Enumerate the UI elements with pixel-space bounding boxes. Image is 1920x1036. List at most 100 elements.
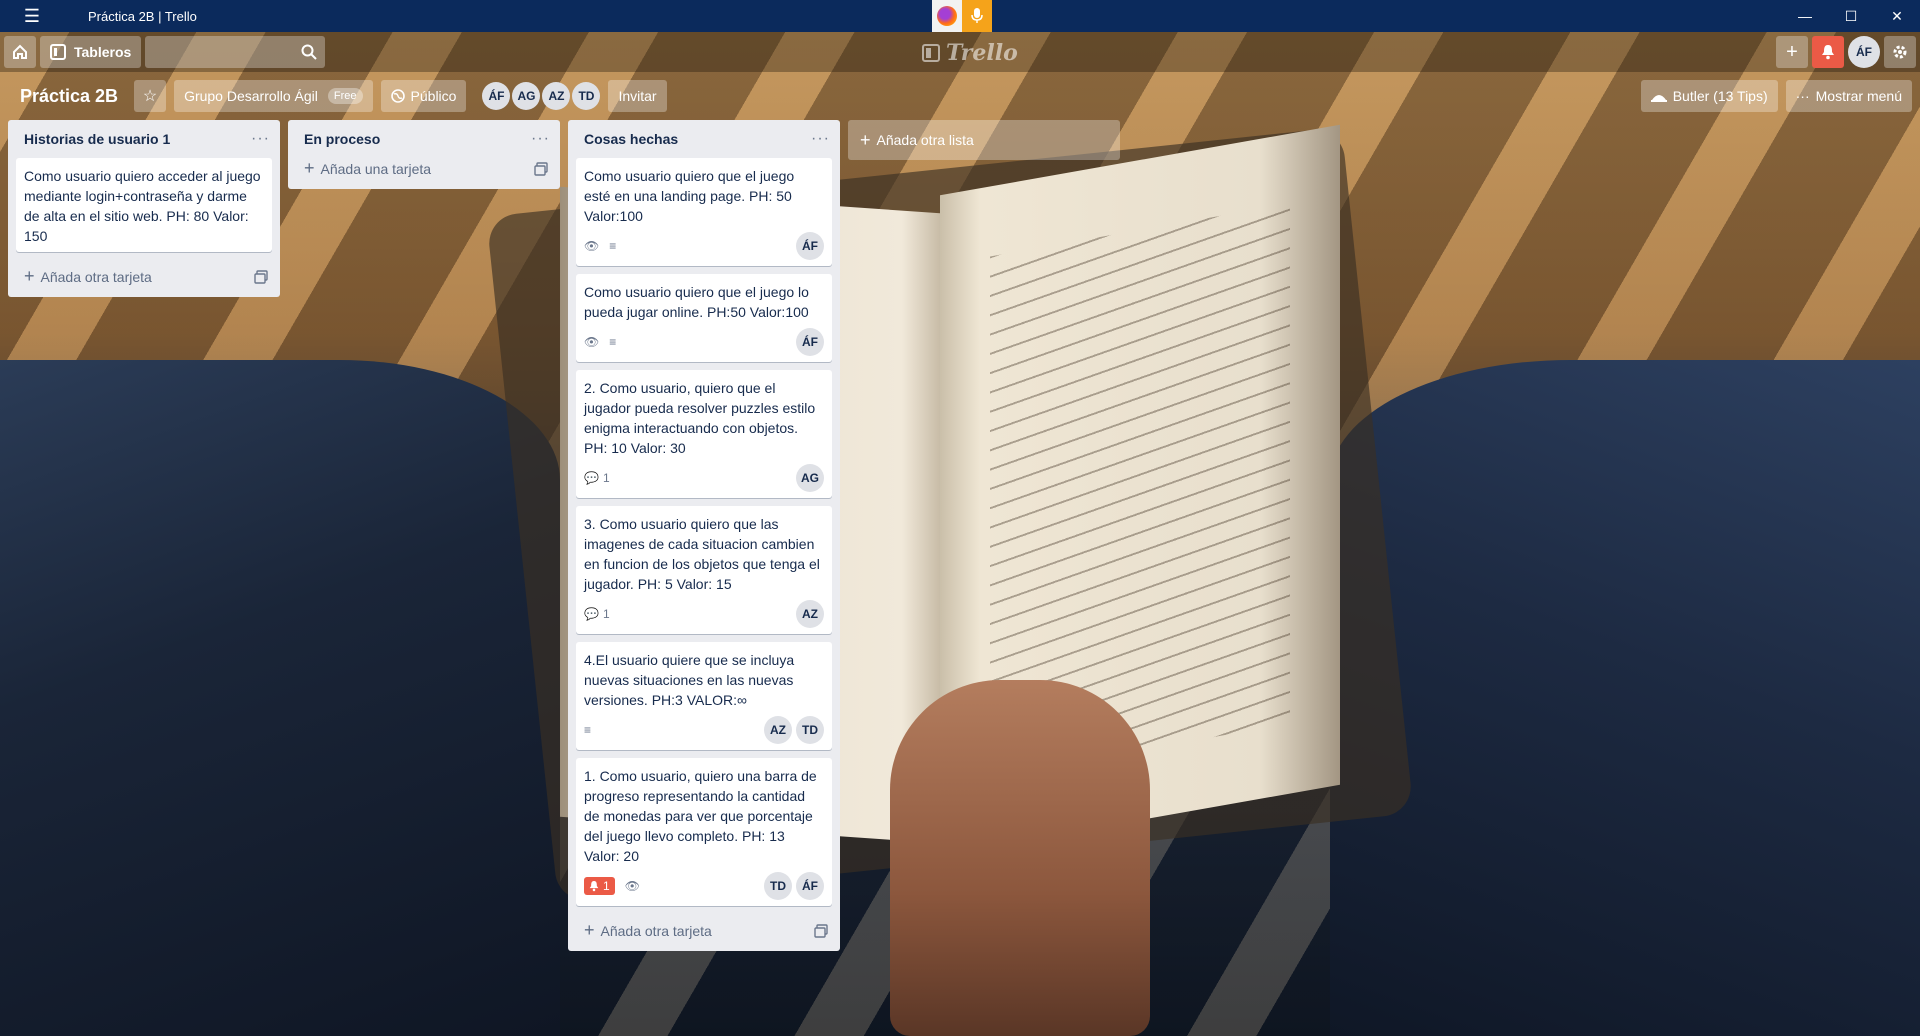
close-icon[interactable]: ✕ [1874,0,1920,32]
card[interactable]: 3. Como usuario quiero que las imagenes … [576,506,832,634]
background-jeans-left [0,360,560,1036]
add-card-button[interactable]: + Añada otra tarjeta [8,260,280,289]
card-text: 4.El usuario quiere que se incluya nueva… [584,652,795,708]
settings-button[interactable] [1884,36,1916,68]
card[interactable]: 4.El usuario quiere que se incluya nueva… [576,642,832,750]
card-text: Como usuario quiero que el juego esté en… [584,168,795,224]
globe-icon [390,89,405,103]
plus-icon: + [304,158,315,178]
header-right-controls: + ÁF [1776,36,1916,68]
add-card-label: Añada otra tarjeta [40,269,152,285]
card-template-icon[interactable] [534,161,548,176]
butler-label: Butler (13 Tips) [1672,88,1768,104]
plus-icon: + [584,920,595,940]
visibility-button[interactable]: Público [380,80,467,112]
card-member-avatar[interactable]: AG [796,464,824,492]
team-label: Grupo Desarrollo Ágil [184,88,318,104]
window-titlebar: ☰ Práctica 2B | Trello — ☐ ✕ [0,0,1920,32]
card-template-icon[interactable] [814,923,828,938]
hamburger-menu-icon[interactable]: ☰ [0,0,64,32]
card[interactable]: 2. Como usuario, quiero que el jugador p… [576,370,832,498]
card-member-avatar[interactable]: TD [796,716,824,744]
description-icon: ≡ [584,723,592,737]
boards-button[interactable]: Tableros [40,36,142,68]
description-icon: ≡ [609,239,617,253]
card-text: Como usuario quiero acceder al juego med… [24,168,261,244]
home-icon [13,44,27,59]
card-text: 1. Como usuario, quiero una barra de pro… [584,768,817,864]
card[interactable]: Como usuario quiero que el juego esté en… [576,158,832,266]
team-button[interactable]: Grupo Desarrollo Ágil Free [174,80,373,112]
visibility-label: Público [410,88,457,104]
star-icon: ☆ [142,88,158,105]
list-title[interactable]: En proceso [304,131,380,147]
card-footer: 👁 ≡ ÁF [584,328,824,356]
invite-button[interactable]: Invitar [608,80,667,112]
card-member-avatar[interactable]: ÁF [796,872,824,900]
watch-icon: 👁 [624,879,640,893]
board-header: Práctica 2B ☆ Grupo Desarrollo Ágil Free… [0,78,1920,114]
card-member-avatar[interactable]: ÁF [796,232,824,260]
search-icon[interactable] [301,44,318,60]
card-text: 3. Como usuario quiero que las imagenes … [584,516,820,592]
star-button[interactable]: ☆ [134,80,167,112]
list-header: Historias de usuario 1 ··· [8,120,280,158]
comment-icon: 💬 [584,471,599,485]
search-box[interactable] [145,36,326,68]
trello-logo[interactable]: Trello [922,40,1018,66]
list-title[interactable]: Cosas hechas [584,131,678,147]
add-list-label: Añada otra lista [876,132,974,148]
search-input[interactable] [153,42,294,62]
board-title[interactable]: Práctica 2B [12,80,126,112]
add-card-button[interactable]: + Añada otra tarjeta [568,914,840,943]
member-avatar[interactable]: AG [512,82,541,110]
more-icon: ··· [1795,88,1810,104]
member-avatar[interactable]: TD [572,82,601,110]
list-menu-icon[interactable]: ··· [251,130,270,148]
maximize-icon[interactable]: ☐ [1828,0,1874,32]
bell-icon [1822,45,1834,60]
butler-button[interactable]: Butler (13 Tips) [1640,80,1778,112]
list-header: En proceso ··· [288,120,560,158]
list-menu-icon[interactable]: ··· [531,130,550,148]
create-button[interactable]: + [1776,36,1808,68]
member-avatar[interactable]: ÁF [482,82,511,110]
background-jeans-right [1330,360,1920,1036]
watch-icon: 👁 [584,239,600,253]
add-list-button[interactable]: + Añada otra lista [848,120,1120,160]
firefox-icon[interactable] [932,0,962,32]
card-member-avatar[interactable]: ÁF [796,328,824,356]
background-hand [890,680,1150,1036]
card[interactable]: Como usuario quiero que el juego lo pued… [576,274,832,362]
gear-icon [1893,45,1907,59]
description-icon: ≡ [609,335,617,349]
window-title: Práctica 2B | Trello [88,8,197,24]
boards-icon [50,44,66,60]
user-avatar[interactable]: ÁF [1848,36,1880,68]
notifications-button[interactable] [1812,36,1844,68]
home-button[interactable] [4,36,36,68]
card[interactable]: Como usuario quiero acceder al juego med… [16,158,272,252]
card-template-icon[interactable] [254,269,268,284]
add-card-button[interactable]: + Añada una tarjeta [288,158,560,181]
list-title[interactable]: Historias de usuario 1 [24,131,170,147]
member-avatar[interactable]: AZ [542,82,571,110]
list-en-proceso: En proceso ··· + Añada una tarjeta [288,120,560,189]
list-menu-icon[interactable]: ··· [811,130,830,148]
microphone-icon[interactable] [962,0,992,32]
plus-icon: + [860,129,871,150]
card-footer: 1 👁 TD ÁF [584,872,824,900]
card-footer: 👁 ≡ ÁF [584,232,824,260]
card-footer: ≡ AZ TD [584,716,824,744]
card-text: 2. Como usuario, quiero que el jugador p… [584,380,816,456]
card[interactable]: 1. Como usuario, quiero una barra de pro… [576,758,832,906]
card-member-avatar[interactable]: AZ [796,600,824,628]
show-menu-button[interactable]: ··· Mostrar menú [1785,80,1912,112]
card-member-avatar[interactable]: TD [764,872,792,900]
comment-count: 1 [602,607,610,621]
due-count: 1 [603,879,610,893]
card-member-avatar[interactable]: AZ [764,716,792,744]
card-text: Como usuario quiero que el juego lo pued… [584,284,809,320]
minimize-icon[interactable]: — [1782,0,1828,32]
board-header-right: Butler (13 Tips) ··· Mostrar menú [1640,80,1912,112]
